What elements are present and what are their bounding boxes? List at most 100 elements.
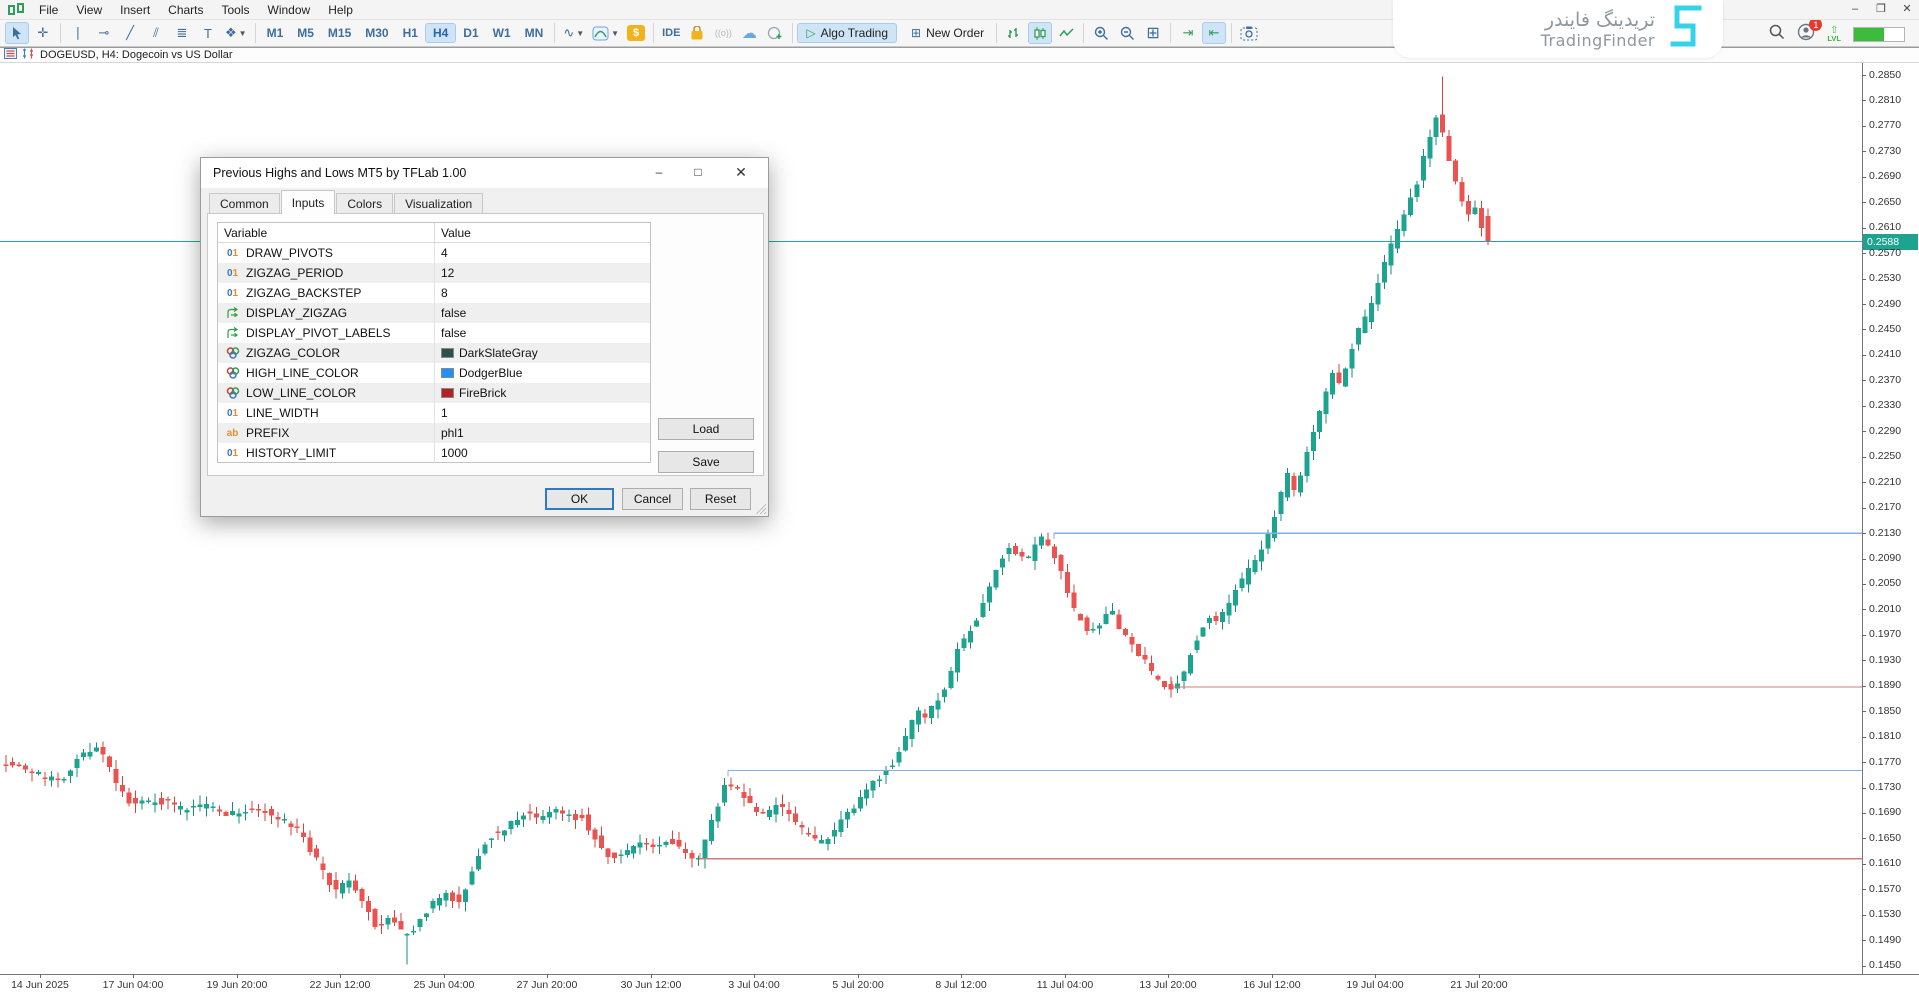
tab-inputs[interactable]: Inputs	[281, 190, 336, 214]
ide-button[interactable]: IDE	[659, 22, 683, 44]
param-row-zigzag_period[interactable]: 01ZIGZAG_PERIOD12	[218, 263, 650, 283]
tab-common[interactable]: Common	[209, 193, 280, 214]
ok-button[interactable]: OK	[545, 488, 614, 510]
timeframe-w1-button[interactable]: W1	[486, 24, 518, 42]
window-close-button[interactable]: ✕	[1897, 1, 1917, 17]
horizontal-line-tool-button[interactable]: ⊸	[92, 22, 116, 44]
dialog-maximize-button[interactable]: □	[681, 158, 715, 186]
window-minimize-button[interactable]: –	[1845, 1, 1865, 17]
param-value[interactable]: 1000	[434, 443, 650, 463]
price-tick	[1862, 711, 1866, 712]
search-icon[interactable]	[1769, 24, 1785, 45]
param-row-display_zigzag[interactable]: DISPLAY_ZIGZAGfalse	[218, 303, 650, 323]
menu-view[interactable]: View	[67, 1, 111, 19]
cursor-tool-button[interactable]	[5, 22, 29, 44]
algo-trading-button[interactable]: ▷ Algo Trading	[797, 23, 897, 43]
color-swatch	[441, 368, 454, 378]
reset-button[interactable]: Reset	[690, 488, 751, 510]
menu-window[interactable]: Window	[259, 1, 320, 19]
timeframe-m15-button[interactable]: M15	[321, 24, 358, 42]
text-tool-button[interactable]: T	[196, 22, 220, 44]
param-value[interactable]: DarkSlateGray	[434, 343, 650, 363]
shapes-tool-button[interactable]: ❖▼	[222, 22, 250, 44]
signals-button[interactable]: ((o))	[711, 22, 735, 44]
window-restore-button[interactable]: ❐	[1871, 1, 1891, 17]
param-value[interactable]: 12	[434, 263, 650, 283]
param-row-low_line_color[interactable]: LOW_LINE_COLORFireBrick	[218, 383, 650, 403]
channel-tool-button[interactable]: ⫽	[144, 22, 168, 44]
indicator-settings-dialog[interactable]: Previous Highs and Lows MT5 by TFLab 1.0…	[200, 157, 769, 517]
dialog-minimize-button[interactable]: –	[642, 158, 676, 186]
timeframe-m30-button[interactable]: M30	[358, 24, 395, 42]
param-value[interactable]: 4	[434, 243, 650, 263]
tab-colors[interactable]: Colors	[336, 193, 393, 214]
menu-tools[interactable]: Tools	[213, 1, 259, 19]
param-value[interactable]: FireBrick	[434, 383, 650, 403]
zoom-out-button[interactable]	[1115, 22, 1139, 44]
menu-insert[interactable]: Insert	[111, 1, 159, 19]
param-value[interactable]: DodgerBlue	[434, 363, 650, 383]
param-row-line_width[interactable]: 01LINE_WIDTH1	[218, 403, 650, 423]
crosshair-tool-button[interactable]: ✛	[31, 22, 55, 44]
timeframe-m1-button[interactable]: M1	[260, 24, 291, 42]
auto-scroll-button[interactable]: ⇥	[1176, 22, 1200, 44]
line-chart-mode-button[interactable]	[1054, 22, 1078, 44]
price-tick	[1862, 304, 1866, 305]
load-button[interactable]: Load	[658, 418, 754, 440]
timeframe-h1-button[interactable]: H1	[396, 24, 425, 42]
chart-type-button[interactable]: ∿▼	[560, 22, 587, 44]
dialog-resize-grip[interactable]	[756, 504, 766, 514]
market-button[interactable]	[685, 22, 709, 44]
param-value[interactable]: 8	[434, 283, 650, 303]
tab-visualization[interactable]: Visualization	[394, 193, 483, 214]
zoom-in-button[interactable]	[1089, 22, 1113, 44]
bar-chart-mode-button[interactable]	[1002, 22, 1026, 44]
profile-icon[interactable]: 1	[1797, 23, 1815, 46]
indicators-button[interactable]: ▼	[589, 22, 622, 44]
price-tick	[1862, 940, 1866, 941]
save-button[interactable]: Save	[658, 451, 754, 473]
param-value[interactable]: 1	[434, 403, 650, 423]
vps-button[interactable]	[763, 22, 787, 44]
screenshot-button[interactable]	[1237, 22, 1261, 44]
candlestick-mode-button[interactable]	[1028, 22, 1052, 44]
trendline-tool-button[interactable]: ╱	[118, 22, 142, 44]
menu-file[interactable]: File	[30, 1, 67, 19]
time-tick	[1168, 974, 1169, 978]
chart-shift-button[interactable]: ⇤	[1202, 22, 1226, 44]
timeframe-d1-button[interactable]: D1	[456, 24, 485, 42]
price-axis-label: 0.1690	[1869, 806, 1901, 818]
param-name: HISTORY_LIMIT	[246, 446, 336, 460]
param-row-display_pivot_labels[interactable]: DISPLAY_PIVOT_LABELSfalse	[218, 323, 650, 343]
param-row-history_limit[interactable]: 01HISTORY_LIMIT1000	[218, 443, 650, 463]
param-value[interactable]: false	[434, 323, 650, 343]
price-axis-label: 0.2530	[1869, 272, 1901, 284]
dialog-close-button[interactable]: ✕	[724, 158, 758, 186]
parameters-table[interactable]: VariableValue01DRAW_PIVOTS401ZIGZAG_PERI…	[217, 222, 651, 463]
timeframe-h4-button[interactable]: H4	[425, 23, 456, 43]
menu-help[interactable]: Help	[319, 1, 362, 19]
vertical-line-tool-button[interactable]: ∣	[66, 22, 90, 44]
param-row-zigzag_backstep[interactable]: 01ZIGZAG_BACKSTEP8	[218, 283, 650, 303]
timeframe-m5-button[interactable]: M5	[290, 24, 321, 42]
param-row-prefix[interactable]: abPREFIXphl1	[218, 423, 650, 443]
cancel-button[interactable]: Cancel	[622, 488, 683, 510]
param-value[interactable]: false	[434, 303, 650, 323]
param-value[interactable]: phl1	[434, 423, 650, 443]
new-order-button[interactable]: ⊞ New Order	[903, 24, 992, 42]
param-row-draw_pivots[interactable]: 01DRAW_PIVOTS4	[218, 243, 650, 263]
price-axis-label: 0.1490	[1869, 934, 1901, 946]
time-tick	[1272, 974, 1273, 978]
lvl-indicator[interactable]: ⇧ LVL	[1827, 27, 1841, 43]
tile-windows-button[interactable]: ⊞	[1141, 22, 1165, 44]
fibonacci-tool-button[interactable]: ≣	[170, 22, 194, 44]
menu-charts[interactable]: Charts	[159, 1, 212, 19]
cloud-button[interactable]: ☁	[737, 22, 761, 44]
economic-calendar-button[interactable]: $	[624, 22, 648, 44]
timeframe-mn-button[interactable]: MN	[518, 24, 551, 42]
price-tick	[1862, 559, 1866, 560]
price-axis-label: 0.1770	[1869, 756, 1901, 768]
param-row-zigzag_color[interactable]: ZIGZAG_COLORDarkSlateGray	[218, 343, 650, 363]
level-progress-bar[interactable]	[1853, 27, 1905, 42]
param-row-high_line_color[interactable]: HIGH_LINE_COLORDodgerBlue	[218, 363, 650, 383]
